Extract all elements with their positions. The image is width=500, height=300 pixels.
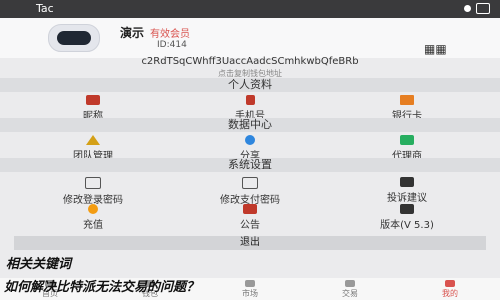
signal-icon (464, 5, 471, 12)
qr-code-icon[interactable]: ▦▦ (424, 42, 447, 56)
avatar[interactable] (48, 24, 100, 52)
settings-item-pay-password[interactable]: 修改支付密码 (180, 176, 320, 206)
profile-icon (445, 280, 455, 287)
settings-item-login-password[interactable]: 修改登录密码 (23, 176, 163, 206)
version-icon (400, 204, 414, 214)
tab-profile[interactable]: 我的 (420, 278, 480, 299)
user-id: ID:414 (157, 40, 187, 50)
profile-header: 演示 有效会员 ID:414 ▦▦ (0, 18, 500, 58)
section-title-settings: 系统设置 (0, 158, 500, 172)
lock-icon (85, 177, 101, 189)
key-icon (242, 177, 258, 189)
phone-icon (245, 95, 255, 105)
settings-item-version[interactable]: 版本(V 5.3) (337, 203, 477, 233)
status-bar: Tac (0, 0, 500, 18)
bank-card-icon (400, 95, 414, 105)
wallet-address[interactable]: c2RdTSqCWhff3UaccAadcSCmhkwbQfeBRb (0, 56, 500, 67)
settings-item-recharge[interactable]: 充值 (23, 203, 163, 233)
logout-button[interactable]: 退出 (14, 236, 486, 250)
tab-trade[interactable]: 交易 (320, 278, 380, 299)
member-level-badge: 有效会员 (150, 29, 190, 40)
tab-market[interactable]: 市场 (220, 278, 280, 299)
section-title-personal: 个人资料 (0, 78, 500, 92)
settings-row-1: 修改登录密码 修改支付密码 投诉建议 (0, 176, 500, 206)
related-keywords-heading: 相关关键词 (6, 257, 72, 272)
settings-row-2: 充值 公告 版本(V 5.3) (0, 203, 500, 233)
feedback-icon (400, 177, 414, 187)
settings-item-feedback[interactable]: 投诉建议 (337, 176, 477, 206)
team-icon (86, 135, 100, 145)
trade-icon (345, 280, 355, 287)
id-card-icon (86, 95, 100, 105)
article-headline[interactable]: 如何解决比特派无法交易的问题？ (4, 276, 199, 295)
settings-item-announcement[interactable]: 公告 (180, 203, 320, 233)
status-app-name: Tac (36, 2, 54, 15)
market-icon (245, 280, 255, 287)
agent-icon (400, 135, 414, 145)
user-name: 演示 (120, 26, 145, 40)
announcement-icon (243, 204, 257, 214)
section-title-data: 数据中心 (0, 118, 500, 132)
recharge-icon (88, 204, 98, 214)
battery-icon (476, 3, 490, 14)
share-icon (245, 135, 255, 145)
